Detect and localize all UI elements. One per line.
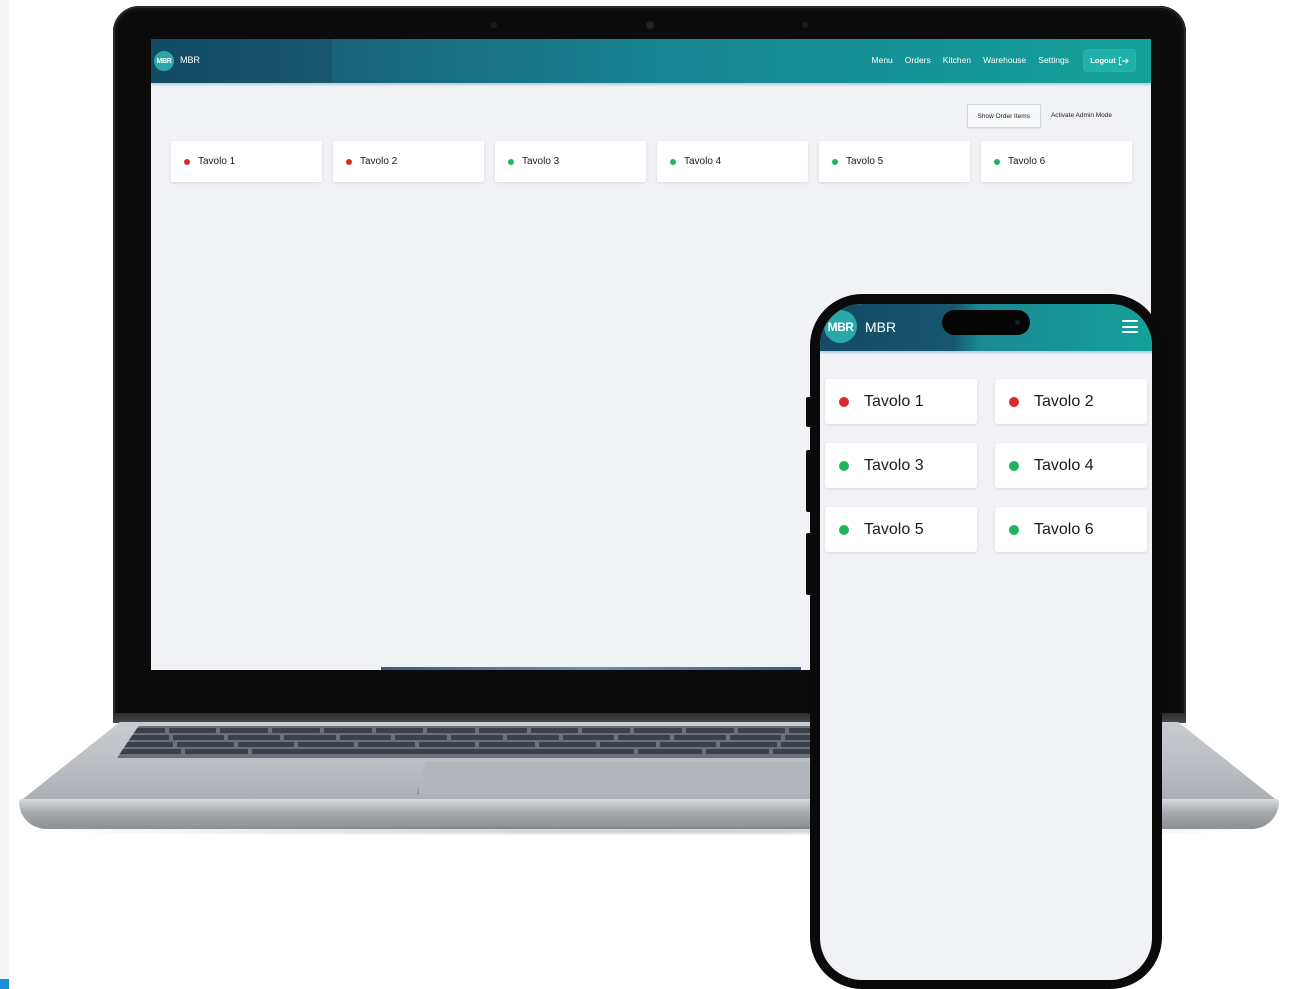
table-card-tavolo-3[interactable]: Tavolo 3	[495, 141, 646, 182]
nav-links: Menu Orders Kitchen Warehouse Settings	[872, 55, 1069, 65]
table-card-tavolo-1[interactable]: Tavolo 1	[825, 379, 977, 424]
status-dot-free-icon	[839, 524, 849, 535]
table-card-label: Tavolo 4	[1034, 456, 1094, 474]
brand-zone	[151, 39, 332, 83]
brand-name[interactable]: MBR	[180, 55, 200, 65]
table-card-tavolo-4[interactable]: Tavolo 4	[657, 141, 808, 182]
mobile-navbar: MBR MBR	[820, 304, 1152, 351]
status-dot-free-icon	[508, 158, 514, 165]
phone-side-button	[806, 397, 812, 427]
table-card-label: Tavolo 4	[684, 156, 722, 167]
left-edge-strip	[0, 0, 9, 989]
desktop-navbar: MBR MBR Menu Orders Kitchen Warehouse Se…	[151, 39, 1151, 83]
hamburger-icon[interactable]	[1122, 320, 1138, 333]
table-card-tavolo-6[interactable]: Tavolo 6	[981, 141, 1132, 182]
status-dot-occupied-icon	[184, 158, 190, 165]
table-card-tavolo-3[interactable]: Tavolo 3	[825, 443, 977, 488]
activate-admin-mode-button[interactable]: Activate Admin Mode	[1041, 104, 1122, 126]
table-card-label: Tavolo 5	[846, 156, 884, 167]
order-toolbar: Show Order Items Activate Admin Mode	[966, 104, 1122, 128]
table-card-tavolo-5[interactable]: Tavolo 5	[819, 141, 970, 182]
desktop-table-list: Tavolo 1 Tavolo 2 Tavolo 3 Tavolo 4 Tavolo 5…	[171, 141, 1132, 182]
phone-screen: MBR MBR Tavolo 1 Tavolo 2 Tavolo 3 Tavolo 4…	[820, 304, 1152, 980]
logout-button[interactable]: Logout	[1084, 50, 1135, 71]
logout-icon	[1118, 56, 1129, 65]
phone-side-button	[806, 533, 812, 595]
phone-side-button	[806, 450, 812, 512]
table-card-label: Tavolo 6	[1008, 156, 1046, 167]
status-dot-free-icon	[1009, 524, 1019, 535]
status-dot-free-icon	[832, 158, 838, 165]
nav-link-settings[interactable]: Settings	[1038, 55, 1069, 65]
table-card-tavolo-2[interactable]: Tavolo 2	[995, 379, 1147, 424]
dock-hint	[381, 667, 801, 670]
front-camera-icon	[1015, 320, 1020, 325]
table-card-label: Tavolo 3	[522, 156, 560, 167]
table-card-tavolo-1[interactable]: Tavolo 1	[171, 141, 322, 182]
status-dot-occupied-icon	[839, 396, 849, 407]
mobile-brand-name[interactable]: MBR	[865, 319, 896, 335]
table-card-tavolo-5[interactable]: Tavolo 5	[825, 507, 977, 552]
table-card-label: Tavolo 3	[864, 456, 924, 474]
dynamic-island	[942, 310, 1030, 335]
table-card-tavolo-4[interactable]: Tavolo 4	[995, 443, 1147, 488]
table-card-label: Tavolo 2	[1034, 392, 1094, 410]
nav-link-orders[interactable]: Orders	[905, 55, 931, 65]
nav-link-warehouse[interactable]: Warehouse	[983, 55, 1026, 65]
laptop-trackpad	[417, 762, 839, 794]
webcam-icon	[646, 21, 654, 29]
table-card-label: Tavolo 5	[864, 520, 924, 538]
nav-link-menu[interactable]: Menu	[872, 55, 893, 65]
status-dot-free-icon	[670, 158, 676, 165]
status-dot-free-icon	[1009, 460, 1019, 471]
logout-label: Logout	[1090, 56, 1116, 65]
status-dot-occupied-icon	[346, 158, 352, 165]
brand-logo[interactable]: MBR	[154, 51, 174, 71]
table-card-label: Tavolo 1	[198, 156, 236, 167]
status-dot-occupied-icon	[1009, 396, 1019, 407]
table-card-label: Tavolo 1	[864, 392, 924, 410]
show-order-items-button[interactable]: Show Order Items	[966, 104, 1041, 128]
laptop-keyboard	[117, 726, 837, 758]
table-card-tavolo-6[interactable]: Tavolo 6	[995, 507, 1147, 552]
mobile-brand-logo[interactable]: MBR	[824, 310, 857, 343]
corner-mark	[0, 979, 9, 989]
table-card-label: Tavolo 6	[1034, 520, 1094, 538]
sensor-dot	[802, 22, 808, 28]
sensor-dot	[491, 22, 497, 28]
status-dot-free-icon	[839, 460, 849, 471]
mobile-table-grid: Tavolo 1 Tavolo 2 Tavolo 3 Tavolo 4 Tavolo 5…	[825, 379, 1147, 552]
status-dot-free-icon	[994, 158, 1000, 165]
table-card-label: Tavolo 2	[360, 156, 398, 167]
nav-link-kitchen[interactable]: Kitchen	[943, 55, 971, 65]
table-card-tavolo-2[interactable]: Tavolo 2	[333, 141, 484, 182]
